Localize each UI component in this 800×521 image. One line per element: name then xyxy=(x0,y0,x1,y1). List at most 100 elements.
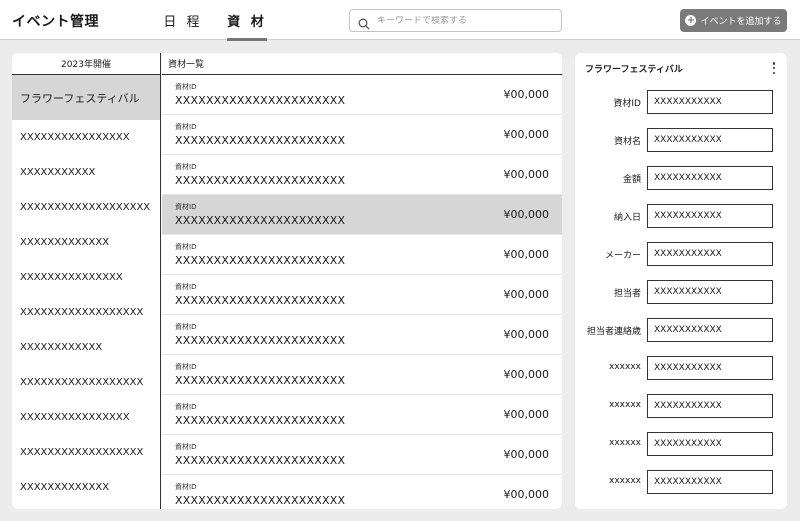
material-row[interactable]: 資材ID XXXXXXXXXXXXXXXXXXXXXX ¥00,000 xyxy=(162,395,562,435)
field-input[interactable] xyxy=(647,128,773,152)
event-item[interactable]: XXXXXXXXXXXXXXXX xyxy=(12,120,160,155)
material-id-label: 資材ID xyxy=(175,483,197,491)
material-id: XXXXXXXXXXXXXXXXXXXXXX xyxy=(175,134,346,147)
material-id-label: 資材ID xyxy=(175,123,197,131)
event-item[interactable]: XXXXXXXXXXXXXXX xyxy=(12,260,160,295)
detail-field: 資材名 xyxy=(575,128,787,152)
material-id-label: 資材ID xyxy=(175,403,197,411)
event-list: 2023年開催 フラワーフェスティバル XXXXXXXXXXXXXXXX XXX… xyxy=(12,53,161,509)
detail-field: 納入日 xyxy=(575,204,787,228)
material-id: XXXXXXXXXXXXXXXXXXXXXX xyxy=(175,374,346,387)
material-id-label: 資材ID xyxy=(175,283,197,291)
field-input[interactable] xyxy=(647,470,773,494)
app-title: イベント管理 xyxy=(12,14,99,30)
material-row[interactable]: 資材ID XXXXXXXXXXXXXXXXXXXXXX ¥00,000 xyxy=(162,315,562,355)
material-id: XXXXXXXXXXXXXXXXXXXXXX xyxy=(175,454,346,467)
event-list-header: 2023年開催 xyxy=(12,53,160,75)
material-id-label: 資材ID xyxy=(175,163,197,171)
material-price: ¥00,000 xyxy=(503,168,550,181)
field-input[interactable] xyxy=(647,204,773,228)
material-list: 資材一覧 資材ID XXXXXXXXXXXXXXXXXXXXXX ¥00,000… xyxy=(162,53,562,509)
material-price: ¥00,000 xyxy=(503,128,550,141)
event-item[interactable]: XXXXXXXXXXXXXXXXXX xyxy=(12,295,160,330)
material-row[interactable]: 資材ID XXXXXXXXXXXXXXXXXXXXXX ¥00,000 xyxy=(162,435,562,475)
material-id: XXXXXXXXXXXXXXXXXXXXXX xyxy=(175,334,346,347)
field-input[interactable] xyxy=(647,356,773,380)
material-id-label: 資材ID xyxy=(175,243,197,251)
detail-field: xxxxxx xyxy=(575,394,787,418)
tab-materials[interactable]: 資 材 xyxy=(227,0,267,41)
detail-field: xxxxxx xyxy=(575,356,787,380)
event-item[interactable]: XXXXXXXXXXXXX xyxy=(12,225,160,260)
event-item[interactable]: XXXXXXXXXXXXXXXXXX xyxy=(12,435,160,470)
material-row[interactable]: 資材ID XXXXXXXXXXXXXXXXXXXXXX ¥00,000 xyxy=(162,235,562,275)
detail-field: xxxxxx xyxy=(575,432,787,456)
field-input[interactable] xyxy=(647,166,773,190)
field-input[interactable] xyxy=(647,280,773,304)
detail-field: 金額 xyxy=(575,166,787,190)
tab-schedule[interactable]: 日 程 xyxy=(160,0,206,40)
detail-field: xxxxxx xyxy=(575,470,787,494)
material-id: XXXXXXXXXXXXXXXXXXXXXX xyxy=(175,294,346,307)
detail-field: 資材ID xyxy=(575,90,787,114)
material-id: XXXXXXXXXXXXXXXXXXXXXX xyxy=(175,254,346,267)
event-item[interactable]: XXXXXXXXXXXXXXXXXX xyxy=(12,365,160,400)
field-label: メーカー xyxy=(604,251,641,261)
material-price: ¥00,000 xyxy=(503,88,550,101)
material-id-label: 資材ID xyxy=(175,203,197,211)
material-price: ¥00,000 xyxy=(503,328,550,341)
material-list-header: 資材一覧 xyxy=(162,53,562,75)
detail-panel: フラワーフェスティバル 資材ID 資材名 金額 納入日 メーカー 担当者 担当者… xyxy=(575,53,787,509)
detail-field: 担当者連絡歳 xyxy=(575,318,787,342)
event-item[interactable]: XXXXXXXXXXXXXXXXXXX xyxy=(12,190,160,225)
material-row[interactable]: 資材ID XXXXXXXXXXXXXXXXXXXXXX ¥00,000 xyxy=(162,475,562,509)
plus-circle-icon: + xyxy=(685,15,697,26)
field-input[interactable] xyxy=(647,318,773,342)
material-id: XXXXXXXXXXXXXXXXXXXXXX xyxy=(175,414,346,427)
detail-field: メーカー xyxy=(575,242,787,266)
field-input[interactable] xyxy=(647,394,773,418)
app-header: イベント管理 日 程 資 材 + イベントを追加する xyxy=(0,0,800,41)
material-id-label: 資材ID xyxy=(175,443,197,451)
material-row[interactable]: 資材ID XXXXXXXXXXXXXXXXXXXXXX ¥00,000 xyxy=(162,155,562,195)
event-item[interactable]: フラワーフェスティバル xyxy=(12,75,160,120)
add-event-button[interactable]: + イベントを追加する xyxy=(680,9,787,32)
material-price: ¥00,000 xyxy=(503,288,550,301)
material-price: ¥00,000 xyxy=(503,408,550,421)
event-item[interactable]: XXXXXXXXXXXX xyxy=(12,330,160,365)
material-id-label: 資材ID xyxy=(175,363,197,371)
material-row[interactable]: 資材ID XXXXXXXXXXXXXXXXXXXXXX ¥00,000 xyxy=(162,75,562,115)
field-input[interactable] xyxy=(647,432,773,456)
field-input[interactable] xyxy=(647,242,773,266)
event-item[interactable]: XXXXXXXXXXXXXXXX xyxy=(12,400,160,435)
material-id-label: 資材ID xyxy=(175,323,197,331)
event-item[interactable]: XXXXXXXXXXX xyxy=(12,155,160,190)
field-label: 金額 xyxy=(622,175,641,185)
material-id: XXXXXXXXXXXXXXXXXXXXXX xyxy=(175,494,346,507)
search-input[interactable] xyxy=(377,15,547,26)
search-box[interactable] xyxy=(349,9,562,32)
field-label: xxxxxx xyxy=(609,476,641,486)
field-label: 納入日 xyxy=(613,213,641,223)
field-input[interactable] xyxy=(647,90,773,114)
more-options-icon[interactable] xyxy=(771,61,777,75)
material-price: ¥00,000 xyxy=(503,448,550,461)
material-id: XXXXXXXXXXXXXXXXXXXXXX xyxy=(175,94,346,107)
material-id-label: 資材ID xyxy=(175,83,197,91)
field-label: 担当者 xyxy=(613,289,641,299)
field-label: 資材ID xyxy=(613,99,641,109)
material-price: ¥00,000 xyxy=(503,248,550,261)
material-row[interactable]: 資材ID XXXXXXXXXXXXXXXXXXXXXX ¥00,000 xyxy=(162,355,562,395)
field-label: xxxxxx xyxy=(609,400,641,410)
material-price: ¥00,000 xyxy=(503,208,550,221)
material-id: XXXXXXXXXXXXXXXXXXXXXX xyxy=(175,174,346,187)
event-item[interactable]: XXXXXXXXXXXXX xyxy=(12,470,160,505)
material-row[interactable]: 資材ID XXXXXXXXXXXXXXXXXXXXXX ¥00,000 xyxy=(162,195,562,235)
add-event-label: イベントを追加する xyxy=(700,17,782,27)
field-label: xxxxxx xyxy=(609,438,641,448)
field-label: 資材名 xyxy=(613,137,641,147)
detail-title: フラワーフェスティバル xyxy=(585,65,683,75)
material-row[interactable]: 資材ID XXXXXXXXXXXXXXXXXXXXXX ¥00,000 xyxy=(162,115,562,155)
field-label: 担当者連絡歳 xyxy=(586,327,641,337)
material-row[interactable]: 資材ID XXXXXXXXXXXXXXXXXXXXXX ¥00,000 xyxy=(162,275,562,315)
